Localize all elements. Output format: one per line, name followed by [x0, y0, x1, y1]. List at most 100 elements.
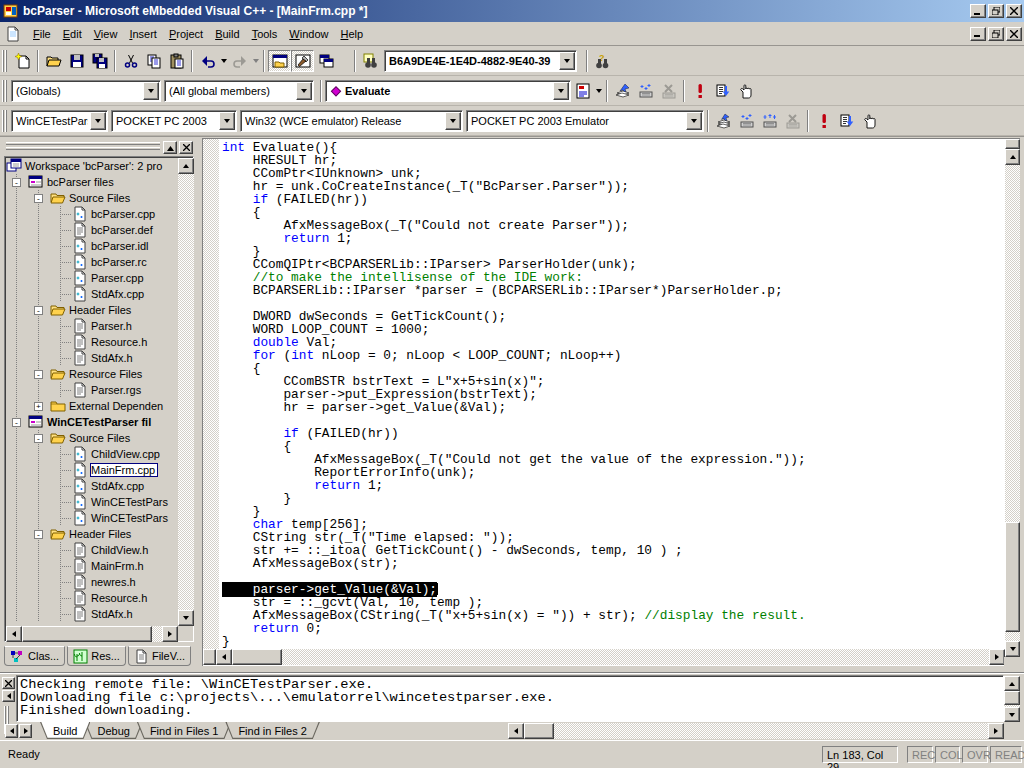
- tree-item[interactable]: StdAfx.h: [6, 350, 178, 366]
- editor-vertical-scrollbar[interactable]: [1004, 139, 1020, 657]
- save-all-icon[interactable]: [88, 50, 111, 72]
- new-document-icon[interactable]: [11, 50, 34, 72]
- combo-dropdown-button[interactable]: [559, 52, 575, 70]
- output-splitter[interactable]: [0, 672, 1024, 674]
- menu-edit[interactable]: Edit: [57, 25, 88, 43]
- output-collapse-button[interactable]: [2, 690, 15, 702]
- tree-scroll-up-button[interactable]: [178, 158, 194, 174]
- workspace-pin-button[interactable]: [163, 141, 177, 154]
- wizard-actions-icon[interactable]: [571, 80, 594, 102]
- copy-icon[interactable]: [142, 50, 165, 72]
- tree-item[interactable]: bcParser.def: [6, 222, 178, 238]
- menu-view[interactable]: View: [88, 25, 124, 43]
- members-combo[interactable]: (All global members): [164, 80, 314, 102]
- go-icon[interactable]: [711, 80, 734, 102]
- tree-item[interactable]: bcParser.cpp: [6, 206, 178, 222]
- output-tab-find-in-files-1[interactable]: Find in Files 1: [137, 722, 231, 739]
- combo-dropdown-button[interactable]: [90, 112, 106, 130]
- output-tab-build[interactable]: Build: [40, 722, 90, 739]
- redo-icon[interactable]: [228, 50, 251, 72]
- tree-item[interactable]: +External Dependen: [6, 398, 178, 414]
- tree-expander[interactable]: -: [34, 370, 43, 379]
- tree-item[interactable]: StdAfx.cpp: [6, 478, 178, 494]
- editor-vscroll-thumb[interactable]: [1005, 522, 1020, 632]
- combo-dropdown-button[interactable]: [219, 112, 235, 130]
- tree-item[interactable]: newres.h: [6, 574, 178, 590]
- find-in-files-icon[interactable]: [359, 50, 382, 72]
- build-icon[interactable]: [634, 80, 657, 102]
- tree-hscroll-thumb[interactable]: [22, 626, 152, 642]
- tree-item[interactable]: Workspace 'bcParser': 2 pro: [6, 158, 178, 174]
- combo-dropdown-button[interactable]: [296, 82, 312, 100]
- editor-code-area[interactable]: int Evaluate(){ HRESULT hr; CComPtr<IUnk…: [219, 139, 1005, 649]
- tree-scroll-left-button[interactable]: [6, 626, 22, 642]
- mdi-restore-button[interactable]: [988, 27, 1004, 41]
- tree-item[interactable]: -Header Files: [6, 302, 178, 318]
- toolbar-gripper[interactable]: [2, 110, 9, 132]
- output-scroll-down-button[interactable]: [1004, 707, 1020, 722]
- tree-item[interactable]: ChildView.h: [6, 542, 178, 558]
- code-line[interactable]: WORD LOOP_COUNT = 1000;: [222, 323, 1005, 336]
- code-line[interactable]: AfxMessageBox(str);: [222, 557, 1005, 570]
- update-remote-icon[interactable]: [712, 110, 735, 132]
- workspace-gripper2[interactable]: [6, 147, 160, 150]
- workspace-tab-clas[interactable]: Clas...: [4, 646, 65, 666]
- combo-dropdown-button[interactable]: [143, 82, 159, 100]
- code-editor[interactable]: int Evaluate(){ HRESULT hr; CComPtr<IUnk…: [202, 138, 1020, 666]
- tree-item[interactable]: StdAfx.cpp: [6, 286, 178, 302]
- tree-item[interactable]: WinCETestPars: [6, 510, 178, 526]
- tree-item[interactable]: MainFrm.h: [6, 558, 178, 574]
- breakpoint-hand-icon[interactable]: [734, 80, 757, 102]
- toolbar-gripper[interactable]: [2, 80, 9, 102]
- code-line[interactable]: }: [222, 635, 1005, 648]
- menu-help[interactable]: Help: [334, 25, 369, 43]
- find-combo[interactable]: B6A9DE4E-1E4D-4882-9E40-39: [384, 50, 577, 72]
- editor-scroll-left-button[interactable]: [216, 649, 232, 665]
- tree-item[interactable]: -Source Files: [6, 430, 178, 446]
- tree-item[interactable]: ChildView.cpp: [6, 446, 178, 462]
- code-line[interactable]: if (FAILED(hr)): [222, 427, 1005, 440]
- editor-splitter-box[interactable]: [1005, 139, 1020, 149]
- output-scroll-left-button[interactable]: [508, 723, 524, 739]
- editor-scroll-right-button[interactable]: [989, 649, 1005, 665]
- editor-scroll-up-button[interactable]: [1005, 149, 1020, 165]
- code-line[interactable]: }: [222, 492, 1005, 505]
- open-file-icon[interactable]: [42, 50, 65, 72]
- breakpoint-hand-icon[interactable]: [858, 110, 881, 132]
- document-icon[interactable]: [5, 26, 21, 42]
- tree-expander[interactable]: -: [34, 306, 43, 315]
- code-line[interactable]: return 1;: [222, 479, 1005, 492]
- editor-selection-margin[interactable]: [203, 139, 219, 649]
- output-scroll-right-button[interactable]: [988, 723, 1004, 739]
- code-line[interactable]: for (int nLoop = 0; nLoop < LOOP_COUNT; …: [222, 349, 1005, 362]
- tree-item[interactable]: Resource.h: [6, 334, 178, 350]
- tree-item[interactable]: MainFrm.cpp: [6, 462, 178, 478]
- configuration-combo[interactable]: Win32 (WCE emulator) Release: [240, 110, 463, 132]
- code-line[interactable]: hr = parser->get_Value(&Val);: [222, 401, 1005, 414]
- editor-hscroll-thumb[interactable]: [232, 649, 282, 665]
- tree-expander[interactable]: +: [34, 402, 43, 411]
- tree-item[interactable]: Parser.rgs: [6, 382, 178, 398]
- menu-tools[interactable]: Tools: [246, 25, 284, 43]
- tree-horizontal-scrollbar[interactable]: [6, 626, 178, 642]
- compile-icon[interactable]: [611, 80, 634, 102]
- wce-compile-icon[interactable]: [735, 110, 758, 132]
- output-vertical-scrollbar[interactable]: [1004, 676, 1020, 722]
- tree-item[interactable]: -bcParser files: [6, 174, 178, 190]
- tree-item[interactable]: bcParser.idl: [6, 238, 178, 254]
- tree-item[interactable]: -WinCETestParser fil: [6, 414, 178, 430]
- tree-expander[interactable]: -: [12, 178, 21, 187]
- device-combo[interactable]: POCKET PC 2003 Emulator: [466, 110, 704, 132]
- workspace-tab-filev[interactable]: FileV...: [128, 646, 191, 666]
- output-tab-scroll-left[interactable]: [5, 724, 18, 738]
- editor-scroll-down-button[interactable]: [1005, 641, 1020, 657]
- menu-insert[interactable]: Insert: [123, 25, 163, 43]
- tree-expander[interactable]: -: [34, 194, 43, 203]
- stop-build-icon[interactable]: [657, 80, 680, 102]
- wizard-action-combo[interactable]: Evaluate: [325, 80, 571, 102]
- tree-scroll-down-button[interactable]: [178, 610, 194, 626]
- workspace-gripper[interactable]: [6, 142, 160, 145]
- toolbar-gripper[interactable]: [2, 50, 9, 72]
- wce-stop-icon[interactable]: [781, 110, 804, 132]
- restore-button[interactable]: [988, 4, 1004, 18]
